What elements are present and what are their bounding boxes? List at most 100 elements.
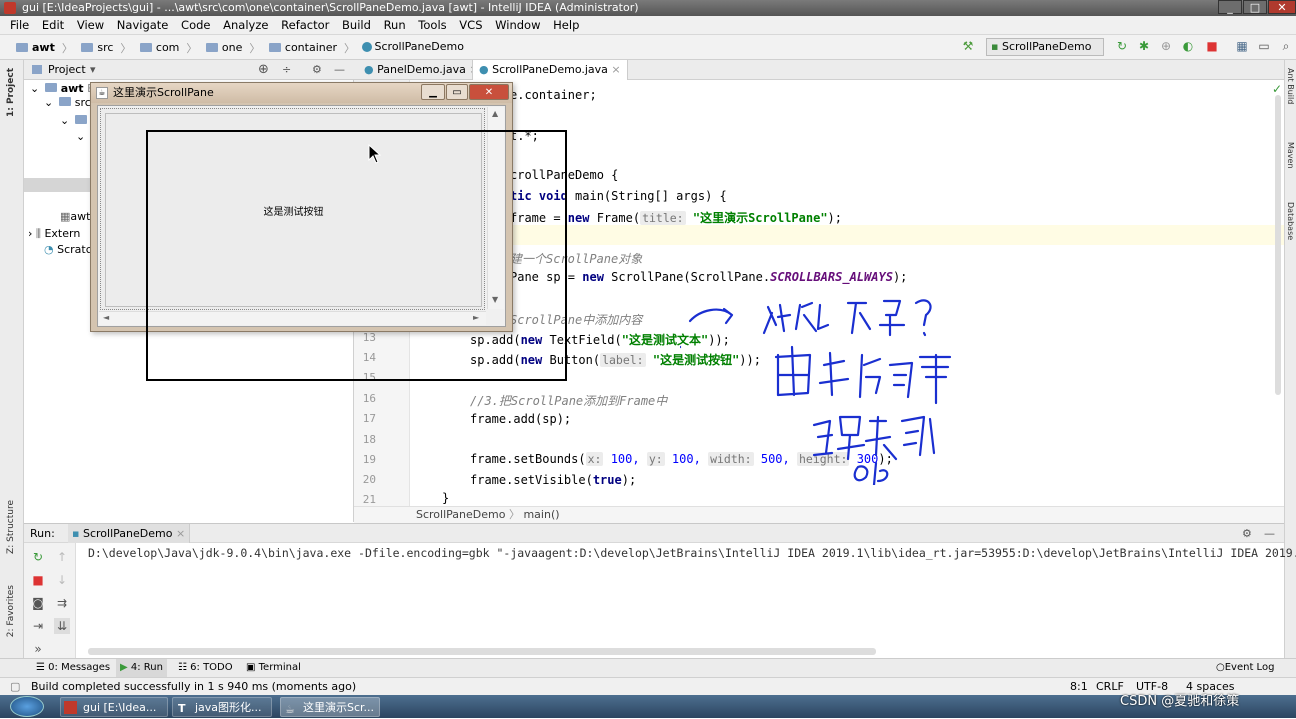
vertical-scrollbar[interactable]: ▲ ▼ (487, 107, 504, 309)
minimize-button[interactable]: _ (1218, 0, 1242, 14)
breadcrumb-class[interactable]: ScrollPaneDemo (361, 35, 464, 59)
maven-tool-tab[interactable]: Maven (1286, 142, 1295, 169)
menu-code[interactable]: Code (181, 18, 210, 32)
tree-item[interactable]: ⌄ (60, 114, 91, 128)
rerun-icon[interactable]: ↻ (30, 549, 46, 565)
run-console[interactable] (24, 543, 1284, 658)
caret-position[interactable]: 8:1 (1070, 678, 1088, 695)
locate-icon[interactable]: ⊕ (258, 60, 269, 79)
taskbar-item-doc[interactable]: Tjava图形化... (172, 697, 272, 717)
menu-tools[interactable]: Tools (418, 18, 446, 32)
scroll-left-icon[interactable]: ◄ (103, 313, 109, 322)
tree-item-awt[interactable]: ⌄ awt E (30, 82, 94, 96)
menu-vcs[interactable]: VCS (459, 18, 482, 32)
run-config-select[interactable]: ▪ ScrollPaneDemo ⌄ (986, 38, 1104, 69)
scroll-to-end-icon[interactable]: ⇊ (54, 618, 70, 634)
menu-navigate[interactable]: Navigate (117, 18, 169, 32)
menu-window[interactable]: Window (495, 18, 540, 32)
build-hammer-icon[interactable]: ⚒ (960, 38, 976, 54)
event-log-tab[interactable]: ○Event Log (1212, 659, 1278, 677)
camera-icon[interactable]: ◙ (30, 595, 46, 611)
start-button[interactable] (10, 696, 44, 717)
taskbar-item-frame[interactable]: ☕ 这里演示Scr... (280, 697, 380, 717)
close-icon[interactable]: × (176, 527, 185, 540)
breadcrumb-src[interactable]: src (79, 36, 113, 60)
tree-item-awt-module[interactable]: ▦awt (60, 210, 90, 224)
frame-close-button[interactable]: ✕ (469, 84, 509, 100)
rerun-icon[interactable]: ↻ (1114, 38, 1130, 54)
hide-icon[interactable]: — (334, 60, 345, 79)
breadcrumb-container[interactable]: container (267, 36, 337, 60)
editor-scrollbar[interactable] (1275, 95, 1281, 395)
project-panel-title[interactable]: Project (48, 60, 86, 79)
tree-item[interactable]: ⌄ (76, 130, 85, 144)
tool-tab-messages[interactable]: ☰ 0: Messages (32, 659, 114, 677)
close-icon[interactable]: × (611, 63, 620, 76)
test-button[interactable]: 这是测试按钮 (105, 113, 482, 307)
close-button[interactable]: ✕ (1268, 0, 1296, 14)
tool-tab-todo[interactable]: ☷ 6: TODO (174, 659, 237, 677)
scroll-down-icon[interactable]: ▼ (492, 295, 498, 304)
scroll-right-icon[interactable]: ► (473, 313, 479, 322)
arrow-up-icon[interactable]: ↑ (54, 549, 70, 565)
database-tool-tab[interactable]: Database (1286, 202, 1295, 240)
project-tool-tab[interactable]: 1: Project (6, 68, 16, 117)
tool-tab-run[interactable]: ▶ 4: Run (116, 659, 167, 677)
expand-icon[interactable]: » (30, 641, 46, 657)
soft-wrap-icon[interactable]: ⇉ (54, 595, 70, 611)
menu-file[interactable]: File (10, 18, 29, 32)
chevron-down-icon[interactable]: ▾ (90, 60, 96, 79)
project-structure-icon[interactable]: ▦ (1234, 38, 1250, 54)
console-scrollbar[interactable] (88, 648, 876, 655)
stop-icon[interactable]: ■ (30, 572, 46, 588)
tree-item-external-libraries[interactable]: › ⫼ Extern (28, 227, 80, 241)
tab-paneldemo[interactable]: ● PanelDemo.java × (358, 60, 485, 80)
menu-help[interactable]: Help (553, 18, 579, 32)
code-line: tic void main(String[] args) { (510, 189, 727, 203)
menu-view[interactable]: View (77, 18, 104, 32)
gear-icon[interactable]: ⚙ (1242, 524, 1252, 543)
tool-tab-terminal[interactable]: ▣ Terminal (242, 659, 305, 677)
line-number: 20 (362, 473, 376, 486)
stop-icon[interactable]: ■ (1204, 38, 1220, 54)
menu-analyze[interactable]: Analyze (223, 18, 268, 32)
breadcrumb-one[interactable]: one (204, 36, 242, 60)
coverage-icon[interactable]: ⊕ (1158, 38, 1174, 54)
folder-icon (58, 97, 71, 106)
horizontal-scrollbar[interactable]: ◄ ► (99, 311, 486, 325)
search-icon[interactable]: ⌕ (1278, 38, 1294, 54)
profile-icon[interactable]: ◐ (1180, 38, 1196, 54)
line-number: 16 (362, 392, 376, 405)
ant-build-tool-tab[interactable]: Ant Build (1286, 68, 1295, 104)
status-icon[interactable]: ▢ (10, 678, 20, 695)
collapse-icon[interactable]: ÷ (282, 60, 291, 79)
tree-item-src[interactable]: ⌄ src (44, 96, 91, 110)
menu-refactor[interactable]: Refactor (281, 18, 329, 32)
structure-tool-tab[interactable]: Z: Structure (6, 500, 16, 554)
terminal-icon[interactable]: ▭ (1256, 38, 1272, 54)
status-message[interactable]: Build completed successfully in 1 s 940 … (31, 678, 356, 695)
taskbar-item-intellij[interactable]: gui [E:\Idea... (60, 697, 168, 717)
crumb-method[interactable]: main() (523, 508, 559, 521)
menu-edit[interactable]: Edit (42, 18, 64, 32)
tab-scrollpanedemo[interactable]: ● ScrollPaneDemo.java × (472, 60, 628, 80)
hide-icon[interactable]: — (1264, 524, 1275, 543)
frame-maximize-button[interactable]: ▭ (446, 84, 468, 100)
frame-minimize-button[interactable]: ▁ (421, 84, 445, 100)
tree-item-scratches[interactable]: ◔ Scratc (44, 243, 92, 257)
exit-icon[interactable]: ⇥ (30, 618, 46, 634)
breadcrumb-com[interactable]: com (138, 36, 179, 60)
menu-build[interactable]: Build (342, 18, 371, 32)
code-editor[interactable] (410, 80, 1284, 506)
gear-icon[interactable]: ⚙ (312, 60, 322, 79)
breadcrumb-awt[interactable]: awt (14, 36, 55, 60)
intellij-icon (64, 701, 77, 714)
run-tab[interactable]: ▪ ScrollPaneDemo × (68, 524, 191, 543)
favorites-tool-tab[interactable]: 2: Favorites (6, 585, 16, 637)
maximize-button[interactable]: □ (1243, 0, 1267, 14)
arrow-down-icon[interactable]: ↓ (54, 572, 70, 588)
menu-run[interactable]: Run (384, 18, 406, 32)
scroll-up-icon[interactable]: ▲ (492, 109, 498, 118)
debug-icon[interactable]: ✱ (1136, 38, 1152, 54)
crumb-class[interactable]: ScrollPaneDemo (416, 508, 505, 521)
